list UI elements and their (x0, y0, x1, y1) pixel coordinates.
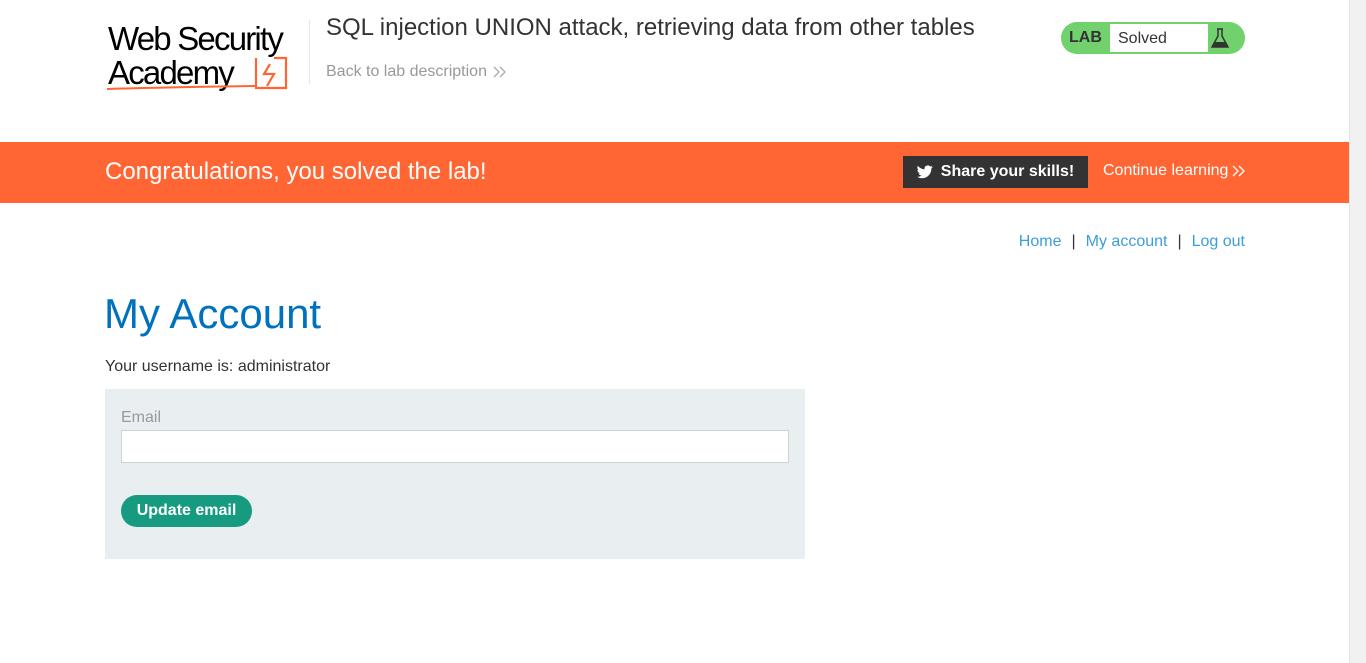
web-security-academy-logo[interactable]: Web Security Academy (106, 20, 311, 94)
twitter-icon (916, 165, 933, 179)
back-link-label: Back to lab description (326, 63, 487, 80)
nav-home-link[interactable]: Home (1019, 233, 1062, 250)
page-title: My Account (104, 290, 322, 337)
nav-my-account-link[interactable]: My account (1086, 233, 1168, 250)
lab-status-text: Solved (1109, 23, 1209, 53)
lab-badge: LAB (1069, 29, 1102, 46)
email-label: Email (121, 409, 162, 426)
share-skills-label: Share your skills! (940, 163, 1075, 180)
lightning-box-icon (106, 56, 288, 90)
lab-title: SQL injection UNION attack, retrieving d… (326, 14, 975, 41)
solved-banner: Congratulations, you solved the lab! Sha… (0, 142, 1349, 203)
continue-learning-label: Continue learning (1103, 162, 1229, 179)
top-navigation: Home | My account | Log out (1019, 233, 1245, 251)
update-email-button[interactable]: Update email (121, 495, 252, 527)
page: Web Security Academy SQL injection UNION… (0, 0, 1349, 663)
congratulations-message: Congratulations, you solved the lab! (105, 158, 487, 185)
double-chevron-right-icon (493, 66, 506, 78)
vertical-scrollbar[interactable] (1349, 0, 1366, 663)
flask-icon (1210, 28, 1230, 48)
share-skills-button[interactable]: Share your skills! (903, 156, 1088, 188)
nav-separator: | (1071, 233, 1076, 250)
nav-separator: | (1177, 233, 1182, 250)
update-email-form: Email Update email (105, 389, 805, 559)
nav-log-out-link[interactable]: Log out (1192, 233, 1245, 250)
email-field[interactable] (121, 430, 789, 463)
back-to-lab-description-link[interactable]: Back to lab description (326, 63, 507, 81)
double-chevron-right-icon (1232, 165, 1246, 177)
lab-status-widget: LAB Solved (1061, 22, 1245, 54)
username-text: Your username is: administrator (105, 358, 331, 375)
continue-learning-link[interactable]: Continue learning (1103, 162, 1246, 180)
header-divider (309, 20, 310, 84)
